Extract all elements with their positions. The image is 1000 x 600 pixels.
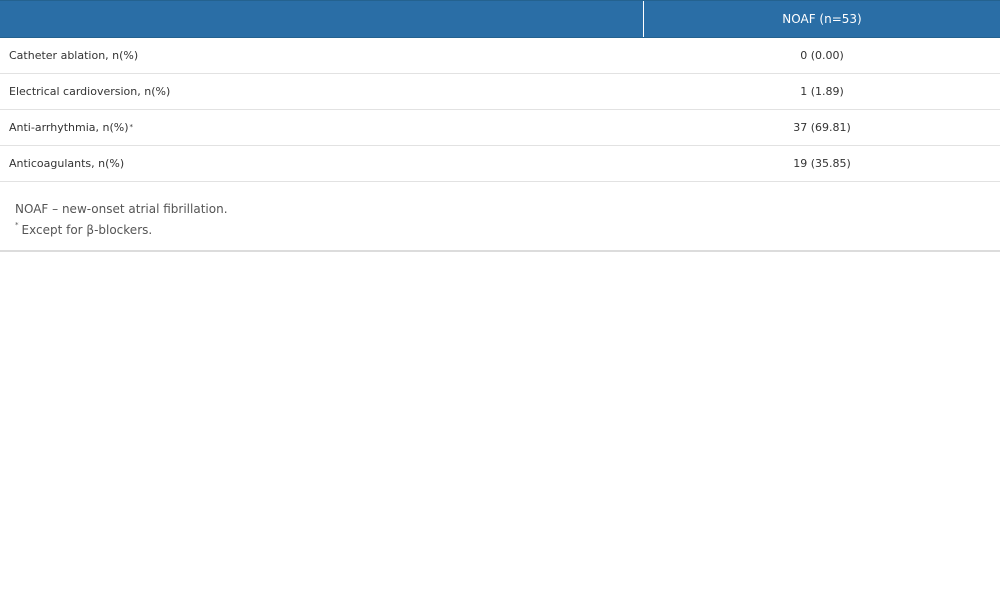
row-label: Anticoagulants, n(%) — [0, 146, 644, 181]
footnote-asterisk-marker: * — [15, 221, 19, 229]
row-label: Anti-arrhythmia, n(%) * — [0, 110, 644, 145]
table-row: Electrical cardioversion, n(%) 1 (1.89) — [0, 74, 1000, 110]
row-value: 1 (1.89) — [800, 85, 844, 98]
row-label-text: Catheter ablation, n(%) — [9, 49, 139, 62]
table-row: Catheter ablation, n(%) 0 (0.00) — [0, 38, 1000, 74]
table-footnotes: NOAF – new-onset atrial fibrillation. * E… — [0, 182, 1000, 252]
data-table: NOAF (n=53) Catheter ablation, n(%) 0 (0… — [0, 0, 1000, 252]
table-row: Anticoagulants, n(%) 19 (35.85) — [0, 146, 1000, 182]
row-label-text: Electrical cardioversion, n(%) — [9, 85, 171, 98]
row-label-marker: * — [129, 122, 134, 131]
row-value: 19 (35.85) — [793, 157, 851, 170]
row-value: 0 (0.00) — [800, 49, 844, 62]
row-label: Electrical cardioversion, n(%) — [0, 74, 644, 109]
row-label-text: Anti-arrhythmia, n(%) — [9, 121, 129, 134]
header-noaf-cell: NOAF (n=53) — [782, 12, 862, 26]
footnote-asterisk: * Except for β-blockers. — [15, 218, 1000, 239]
row-label-text: Anticoagulants, n(%) — [9, 157, 125, 170]
row-label: Catheter ablation, n(%) — [0, 38, 644, 73]
table-header-row: NOAF (n=53) — [0, 0, 1000, 38]
footnote-abbreviation: NOAF – new-onset atrial fibrillation. — [15, 202, 228, 216]
header-label-cell — [0, 1, 644, 37]
row-value: 37 (69.81) — [793, 121, 851, 134]
footnote-asterisk-text: Except for β-blockers. — [21, 223, 153, 237]
table-row: Anti-arrhythmia, n(%) * 37 (69.81) — [0, 110, 1000, 146]
